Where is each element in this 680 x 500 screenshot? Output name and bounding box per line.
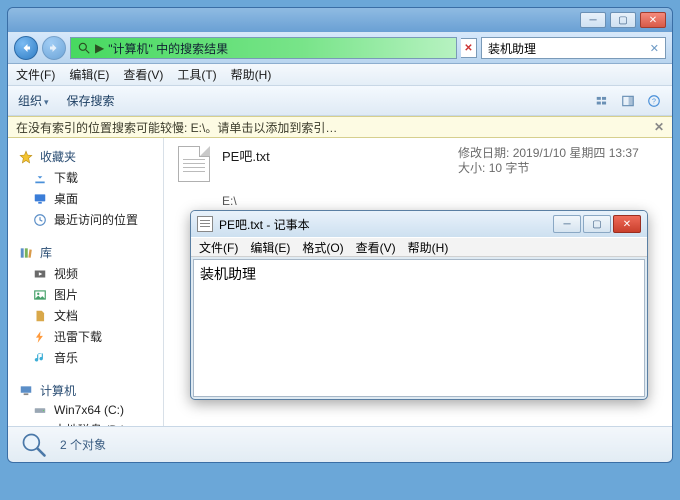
- menu-file[interactable]: 文件(F): [16, 66, 55, 83]
- sidebar-item-recent[interactable]: 最近访问的位置: [8, 209, 163, 230]
- sidebar-item-documents[interactable]: 文档: [8, 305, 163, 326]
- menu-tools[interactable]: 工具(T): [177, 66, 216, 83]
- status-bar: 2 个对象: [8, 426, 672, 462]
- notepad-menu-file[interactable]: 文件(F): [199, 239, 238, 256]
- result-filename: PE吧.txt: [222, 146, 446, 165]
- notepad-menu-bar: 文件(F) 编辑(E) 格式(O) 查看(V) 帮助(H): [191, 237, 647, 257]
- sidebar-item-music[interactable]: 音乐: [8, 347, 163, 368]
- sidebar-item-drive-c[interactable]: Win7x64 (C:): [8, 401, 163, 419]
- breadcrumb-text: "计算机" 中的搜索结果: [108, 40, 228, 57]
- arrow-right-icon: [48, 42, 60, 54]
- search-query-text: 装机助理: [488, 40, 536, 57]
- forward-button[interactable]: [42, 36, 66, 60]
- notepad-menu-view[interactable]: 查看(V): [356, 239, 396, 256]
- sidebar-item-downloads[interactable]: 下载: [8, 167, 163, 188]
- search-input[interactable]: 装机助理 ✕: [481, 37, 666, 59]
- notepad-title-text: PE吧.txt - 记事本: [219, 216, 547, 233]
- search-result-item[interactable]: PE吧.txt 修改日期: 2019/1/10 星期四 13:37 大小: 10…: [178, 146, 658, 182]
- organize-button[interactable]: 组织▾: [18, 92, 49, 109]
- text-file-icon: [178, 146, 210, 182]
- computer-icon: [18, 384, 34, 398]
- picture-icon: [32, 288, 48, 302]
- save-search-button[interactable]: 保存搜索: [67, 92, 115, 109]
- notepad-text-area[interactable]: 装机助理: [193, 259, 645, 397]
- notepad-app-icon: [197, 216, 213, 232]
- notepad-menu-format[interactable]: 格式(O): [302, 239, 343, 256]
- magnifier-icon: [20, 431, 48, 459]
- notepad-menu-edit[interactable]: 编辑(E): [250, 239, 290, 256]
- menu-view[interactable]: 查看(V): [123, 66, 163, 83]
- maximize-button[interactable]: ▢: [610, 12, 636, 28]
- sidebar-favorites-header[interactable]: 收藏夹: [8, 146, 163, 167]
- video-icon: [32, 267, 48, 281]
- notepad-menu-help[interactable]: 帮助(H): [408, 239, 449, 256]
- breadcrumb-sep: ▶: [95, 41, 104, 55]
- star-icon: [18, 150, 34, 164]
- drive-icon: [32, 403, 48, 417]
- search-clear-icon[interactable]: ✕: [650, 42, 659, 55]
- sidebar-item-pictures[interactable]: 图片: [8, 284, 163, 305]
- nav-toolbar: ▶ "计算机" 中的搜索结果 ✕ 装机助理 ✕: [8, 32, 672, 64]
- index-warning-text: 在没有索引的位置搜索可能较慢: E:\。请单击以添加到索引…: [16, 119, 337, 136]
- arrow-left-icon: [20, 42, 32, 54]
- back-button[interactable]: [14, 36, 38, 60]
- document-icon: [32, 309, 48, 323]
- menu-edit[interactable]: 编辑(E): [69, 66, 109, 83]
- thunder-icon: [32, 330, 48, 344]
- notepad-window: PE吧.txt - 记事本 ─ ▢ ✕ 文件(F) 编辑(E) 格式(O) 查看…: [190, 210, 648, 400]
- index-warning-bar[interactable]: 在没有索引的位置搜索可能较慢: E:\。请单击以添加到索引… ✕: [8, 116, 672, 138]
- help-icon[interactable]: ?: [646, 94, 662, 108]
- notepad-titlebar[interactable]: PE吧.txt - 记事本 ─ ▢ ✕: [191, 211, 647, 237]
- recent-icon: [32, 213, 48, 227]
- menu-bar: 文件(F) 编辑(E) 查看(V) 工具(T) 帮助(H): [8, 64, 672, 86]
- index-warning-close-icon[interactable]: ✕: [654, 120, 664, 134]
- libraries-icon: [18, 246, 34, 260]
- sidebar-item-thunder[interactable]: 迅雷下载: [8, 326, 163, 347]
- close-button[interactable]: ✕: [640, 12, 666, 28]
- sidebar-item-video[interactable]: 视频: [8, 263, 163, 284]
- result-meta: 修改日期: 2019/1/10 星期四 13:37 大小: 10 字节: [458, 146, 658, 176]
- download-icon: [32, 171, 48, 185]
- sidebar-item-desktop[interactable]: 桌面: [8, 188, 163, 209]
- notepad-maximize-button[interactable]: ▢: [583, 215, 611, 233]
- result-location: E:\: [178, 194, 658, 208]
- svg-text:?: ?: [652, 98, 656, 105]
- music-icon: [32, 351, 48, 365]
- notepad-close-button[interactable]: ✕: [613, 215, 641, 233]
- sidebar-computer-header[interactable]: 计算机: [8, 380, 163, 401]
- nav-sidebar: 收藏夹 下载 桌面 最近访问的位置 库: [8, 138, 164, 426]
- address-clear-button[interactable]: ✕: [461, 38, 477, 58]
- status-count: 2 个对象: [60, 436, 106, 453]
- sidebar-item-drive-d[interactable]: 本地磁盘 (D:): [8, 419, 163, 426]
- address-bar[interactable]: ▶ "计算机" 中的搜索结果: [70, 37, 457, 59]
- notepad-minimize-button[interactable]: ─: [553, 215, 581, 233]
- desktop-icon: [32, 192, 48, 206]
- command-toolbar: 组织▾ 保存搜索 ?: [8, 86, 672, 116]
- minimize-button[interactable]: ─: [580, 12, 606, 28]
- window-titlebar: ─ ▢ ✕: [8, 8, 672, 32]
- sidebar-libraries-header[interactable]: 库: [8, 242, 163, 263]
- view-options-icon[interactable]: [594, 94, 610, 108]
- preview-pane-icon[interactable]: [620, 94, 636, 108]
- search-icon: [77, 41, 91, 55]
- menu-help[interactable]: 帮助(H): [231, 66, 272, 83]
